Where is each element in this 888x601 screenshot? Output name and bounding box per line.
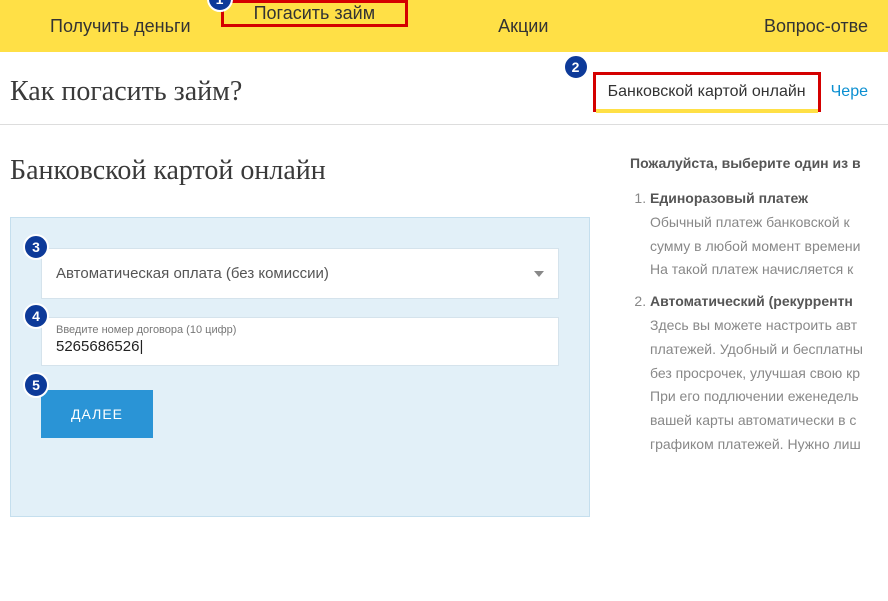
- page-subtitle: Как погасить займ?: [10, 76, 242, 108]
- contract-number-field[interactable]: Введите номер договора (10 цифр) 5265686…: [41, 317, 559, 366]
- info-item-one-time: Единоразовый платеж Обычный платеж банко…: [650, 187, 878, 282]
- contract-number-input[interactable]: 5265686526: [56, 338, 544, 355]
- info-list: Единоразовый платеж Обычный платеж банко…: [630, 187, 878, 457]
- callout-badge-4: 4: [23, 303, 49, 329]
- info-item-body: Обычный платеж банковской к сумму в любо…: [650, 214, 860, 278]
- tab-other[interactable]: Чере: [821, 77, 878, 107]
- next-button[interactable]: ДАЛЕЕ: [41, 390, 153, 438]
- payment-type-selected-value: Автоматическая оплата (без комиссии): [56, 265, 329, 282]
- payment-type-select[interactable]: Автоматическая оплата (без комиссии): [41, 248, 559, 299]
- callout-badge-3: 3: [23, 234, 49, 260]
- active-tab-underline: [596, 109, 818, 113]
- section-title: Банковской картой онлайн: [10, 155, 590, 187]
- info-item-title: Единоразовый платеж: [650, 190, 808, 206]
- callout-badge-5: 5: [23, 372, 49, 398]
- payment-form-panel: 3 Автоматическая оплата (без комиссии) 4…: [10, 217, 590, 517]
- nav-promo[interactable]: Акции: [468, 0, 578, 52]
- sub-nav: Как погасить займ? 2 Банковской картой о…: [0, 52, 888, 125]
- contract-number-label: Введите номер договора (10 цифр): [56, 324, 544, 336]
- info-item-auto: Автоматический (рекуррентн Здесь вы може…: [650, 290, 878, 457]
- info-item-body: Здесь вы можете настроить авт платежей. …: [650, 317, 863, 452]
- info-heading: Пожалуйста, выберите один из в: [630, 155, 878, 171]
- top-nav: Получить деньги 1 Погасить займ Акции Во…: [0, 0, 888, 52]
- tab-bank-card-online[interactable]: Банковской картой онлайн: [593, 72, 821, 112]
- callout-badge-2: 2: [563, 54, 589, 80]
- nav-get-money[interactable]: Получить деньги: [20, 0, 221, 52]
- right-column: Пожалуйста, выберите один из в Единоразо…: [630, 155, 878, 517]
- nav-repay-loan[interactable]: Погасить займ: [221, 0, 409, 27]
- chevron-down-icon: [534, 271, 544, 277]
- content: Банковской картой онлайн 3 Автоматическа…: [0, 125, 888, 517]
- subnav-tabs: 2 Банковской картой онлайн Чере: [593, 72, 878, 112]
- info-item-title: Автоматический (рекуррентн: [650, 293, 853, 309]
- left-column: Банковской картой онлайн 3 Автоматическа…: [10, 155, 590, 517]
- nav-faq[interactable]: Вопрос-отве: [734, 0, 868, 52]
